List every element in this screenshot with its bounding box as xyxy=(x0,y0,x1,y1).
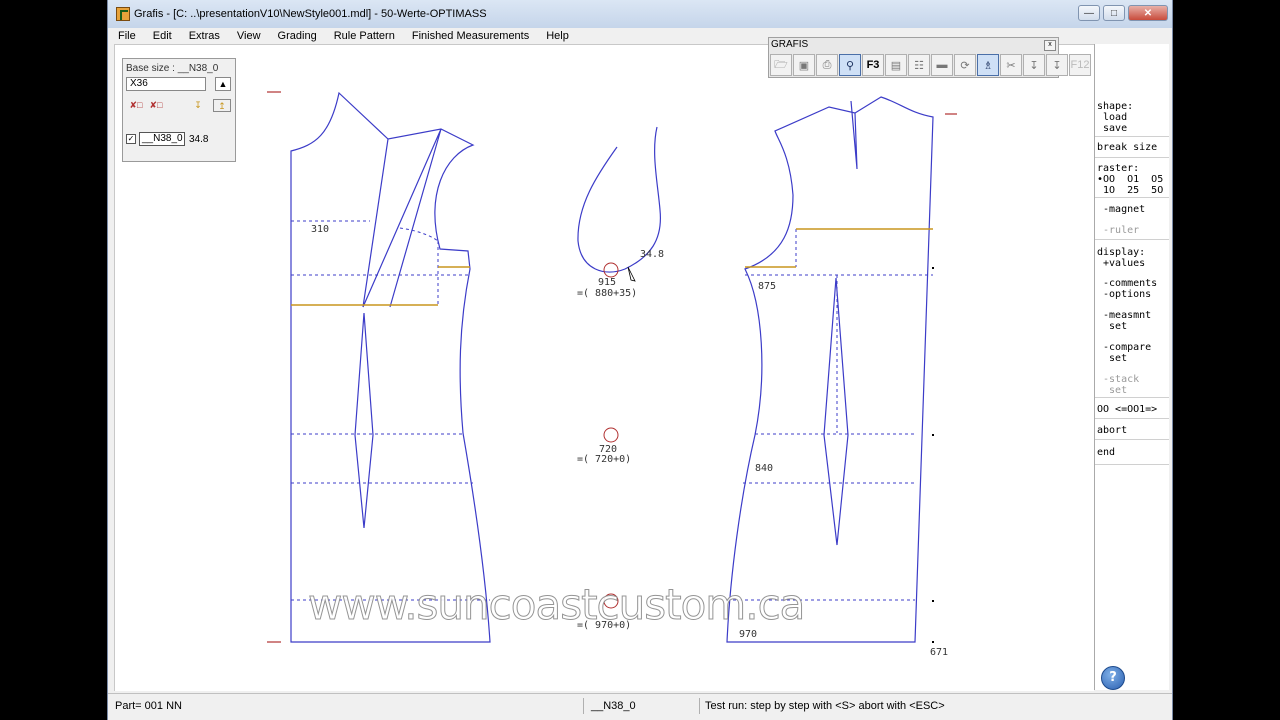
layers-icon[interactable]: ☷ xyxy=(908,54,930,76)
label-915-eq: =( 880+35) xyxy=(577,288,637,299)
marker-915 xyxy=(603,262,619,278)
import-icon[interactable]: ↧ xyxy=(1046,54,1068,76)
refresh-icon[interactable]: ⟳ xyxy=(954,54,976,76)
title-bar[interactable]: Grafis - [C: ..\presentationV10\NewStyle… xyxy=(108,0,1172,29)
label-720-eq: =( 720+0) xyxy=(577,454,631,465)
shape-menu[interactable]: shape: load save xyxy=(1095,99,1169,137)
status-divider-1 xyxy=(583,698,584,714)
front-waist-dart xyxy=(354,312,374,529)
cut-icon[interactable]: ✂ xyxy=(1000,54,1022,76)
label-310: 310 xyxy=(311,224,329,235)
mouse-cursor-icon xyxy=(627,266,636,282)
download-icon[interactable]: ↧ xyxy=(1023,54,1045,76)
f3-button[interactable]: F3 xyxy=(862,54,884,76)
delete-all-icon[interactable]: ✘□ xyxy=(147,99,165,112)
tool-palette: GRAFIS x 🗁 ▣ ⎙ ⚲ F3 ▤ ☷ ▬ ⟳ ♗ ✂ ↧ ↧ F12 xyxy=(768,37,1091,78)
status-message: Test run: step by step with <S> abort wi… xyxy=(705,700,945,712)
figure-icon[interactable]: ♗ xyxy=(977,54,999,76)
delete-size-icon[interactable]: ✘□ xyxy=(127,99,145,112)
grafis-window: Grafis - [C: ..\presentationV10\NewStyle… xyxy=(107,0,1173,720)
label-34-8: 34.8 xyxy=(640,249,664,260)
magnet-toggle[interactable]: -magnet xyxy=(1095,198,1169,219)
abort-button[interactable]: abort xyxy=(1095,419,1169,440)
window-title: Grafis - [C: ..\presentationV10\NewStyle… xyxy=(134,8,487,20)
end-button[interactable]: end xyxy=(1095,440,1169,465)
size-name-field[interactable]: __N38_0 xyxy=(139,132,185,146)
size-select[interactable]: X36 xyxy=(126,77,206,91)
save-icon[interactable]: ▣ xyxy=(793,54,815,76)
status-bar: Part= 001 NN __N38_0 Test run: step by s… xyxy=(108,693,1172,720)
front-piece-outline xyxy=(290,91,491,643)
base-size-panel: Base size : __N38_0 X36 ▲ ✘□ ✘□ ↧ ↥ ✓ __… xyxy=(122,58,236,162)
command-side-panel: shape: load save break size raster: •OO … xyxy=(1094,44,1169,690)
label-970: 970 xyxy=(739,629,757,640)
back-waist-dart xyxy=(823,277,849,546)
tool-palette-close-button[interactable]: x xyxy=(1044,40,1056,51)
comments-options-toggle[interactable]: -comments -options xyxy=(1095,270,1169,302)
help-icon[interactable]: ? xyxy=(1101,666,1125,690)
menu-file[interactable]: File xyxy=(108,28,143,45)
print-icon[interactable]: ⎙ xyxy=(816,54,838,76)
minimize-button[interactable]: — xyxy=(1078,5,1100,21)
grade-down-icon[interactable]: ↧ xyxy=(189,99,207,112)
point-3 xyxy=(932,600,934,602)
ruler-icon[interactable]: ▬ xyxy=(931,54,953,76)
raster-menu[interactable]: raster: •OO O1 O5 1O 25 5O xyxy=(1095,158,1169,198)
label-671: 671 xyxy=(930,647,948,658)
grade-up-icon[interactable]: ↥ xyxy=(213,99,231,112)
part-counter[interactable]: OO <=OO1=> xyxy=(1095,398,1169,419)
open-folder-icon[interactable]: 🗁 xyxy=(770,54,792,76)
point-2 xyxy=(932,434,934,436)
label-875: 875 xyxy=(758,281,776,292)
menu-help[interactable]: Help xyxy=(536,28,576,45)
front-dart xyxy=(362,128,442,308)
f12-button[interactable]: F12 xyxy=(1069,54,1091,76)
display-menu[interactable]: display: +values xyxy=(1095,240,1169,270)
menu-edit[interactable]: Edit xyxy=(143,28,179,45)
back-piece-outline xyxy=(726,96,934,643)
back-neck-dart xyxy=(850,100,858,170)
base-size-label: Base size : __N38_0 xyxy=(126,63,219,74)
compare-set-toggle[interactable]: -compare set xyxy=(1095,334,1169,366)
window-controls: — □ ✕ xyxy=(1078,5,1168,21)
armhole-curve xyxy=(362,138,389,308)
grafis-app-icon xyxy=(116,7,130,21)
stack-set-toggle[interactable]: -stack set xyxy=(1095,366,1169,398)
maximize-button[interactable]: □ xyxy=(1103,5,1125,21)
status-part: Part= 001 NN xyxy=(115,700,182,712)
table-icon[interactable]: ▤ xyxy=(885,54,907,76)
point-4 xyxy=(932,641,934,643)
label-840: 840 xyxy=(755,463,773,474)
marker-720 xyxy=(603,427,619,443)
tool-palette-title: GRAFIS xyxy=(771,39,809,50)
menu-finished-measurements[interactable]: Finished Measurements xyxy=(402,28,536,45)
collapse-icon[interactable]: ▲ xyxy=(215,77,231,91)
break-size-item[interactable]: break size xyxy=(1095,137,1169,158)
status-size: __N38_0 xyxy=(591,700,636,712)
tool-palette-buttons: 🗁 ▣ ⎙ ⚲ F3 ▤ ☷ ▬ ⟳ ♗ ✂ ↧ ↧ F12 xyxy=(770,54,1092,76)
front-curve-dashed xyxy=(399,227,439,242)
close-button[interactable]: ✕ xyxy=(1128,5,1168,21)
size-value: 34.8 xyxy=(189,134,209,145)
size-checkbox[interactable]: ✓ xyxy=(126,134,136,144)
zoom-icon[interactable]: ⚲ xyxy=(839,54,861,76)
menu-extras[interactable]: Extras xyxy=(179,28,227,45)
point-1 xyxy=(932,267,934,269)
menu-rule-pattern[interactable]: Rule Pattern xyxy=(324,28,402,45)
menu-grading[interactable]: Grading xyxy=(268,28,324,45)
measmnt-set-toggle[interactable]: -measmnt set xyxy=(1095,302,1169,334)
menu-view[interactable]: View xyxy=(227,28,268,45)
watermark-text: www.suncoastcustom.ca xyxy=(307,580,805,630)
label-915: 915 xyxy=(598,277,616,288)
ruler-toggle[interactable]: -ruler xyxy=(1095,219,1169,240)
